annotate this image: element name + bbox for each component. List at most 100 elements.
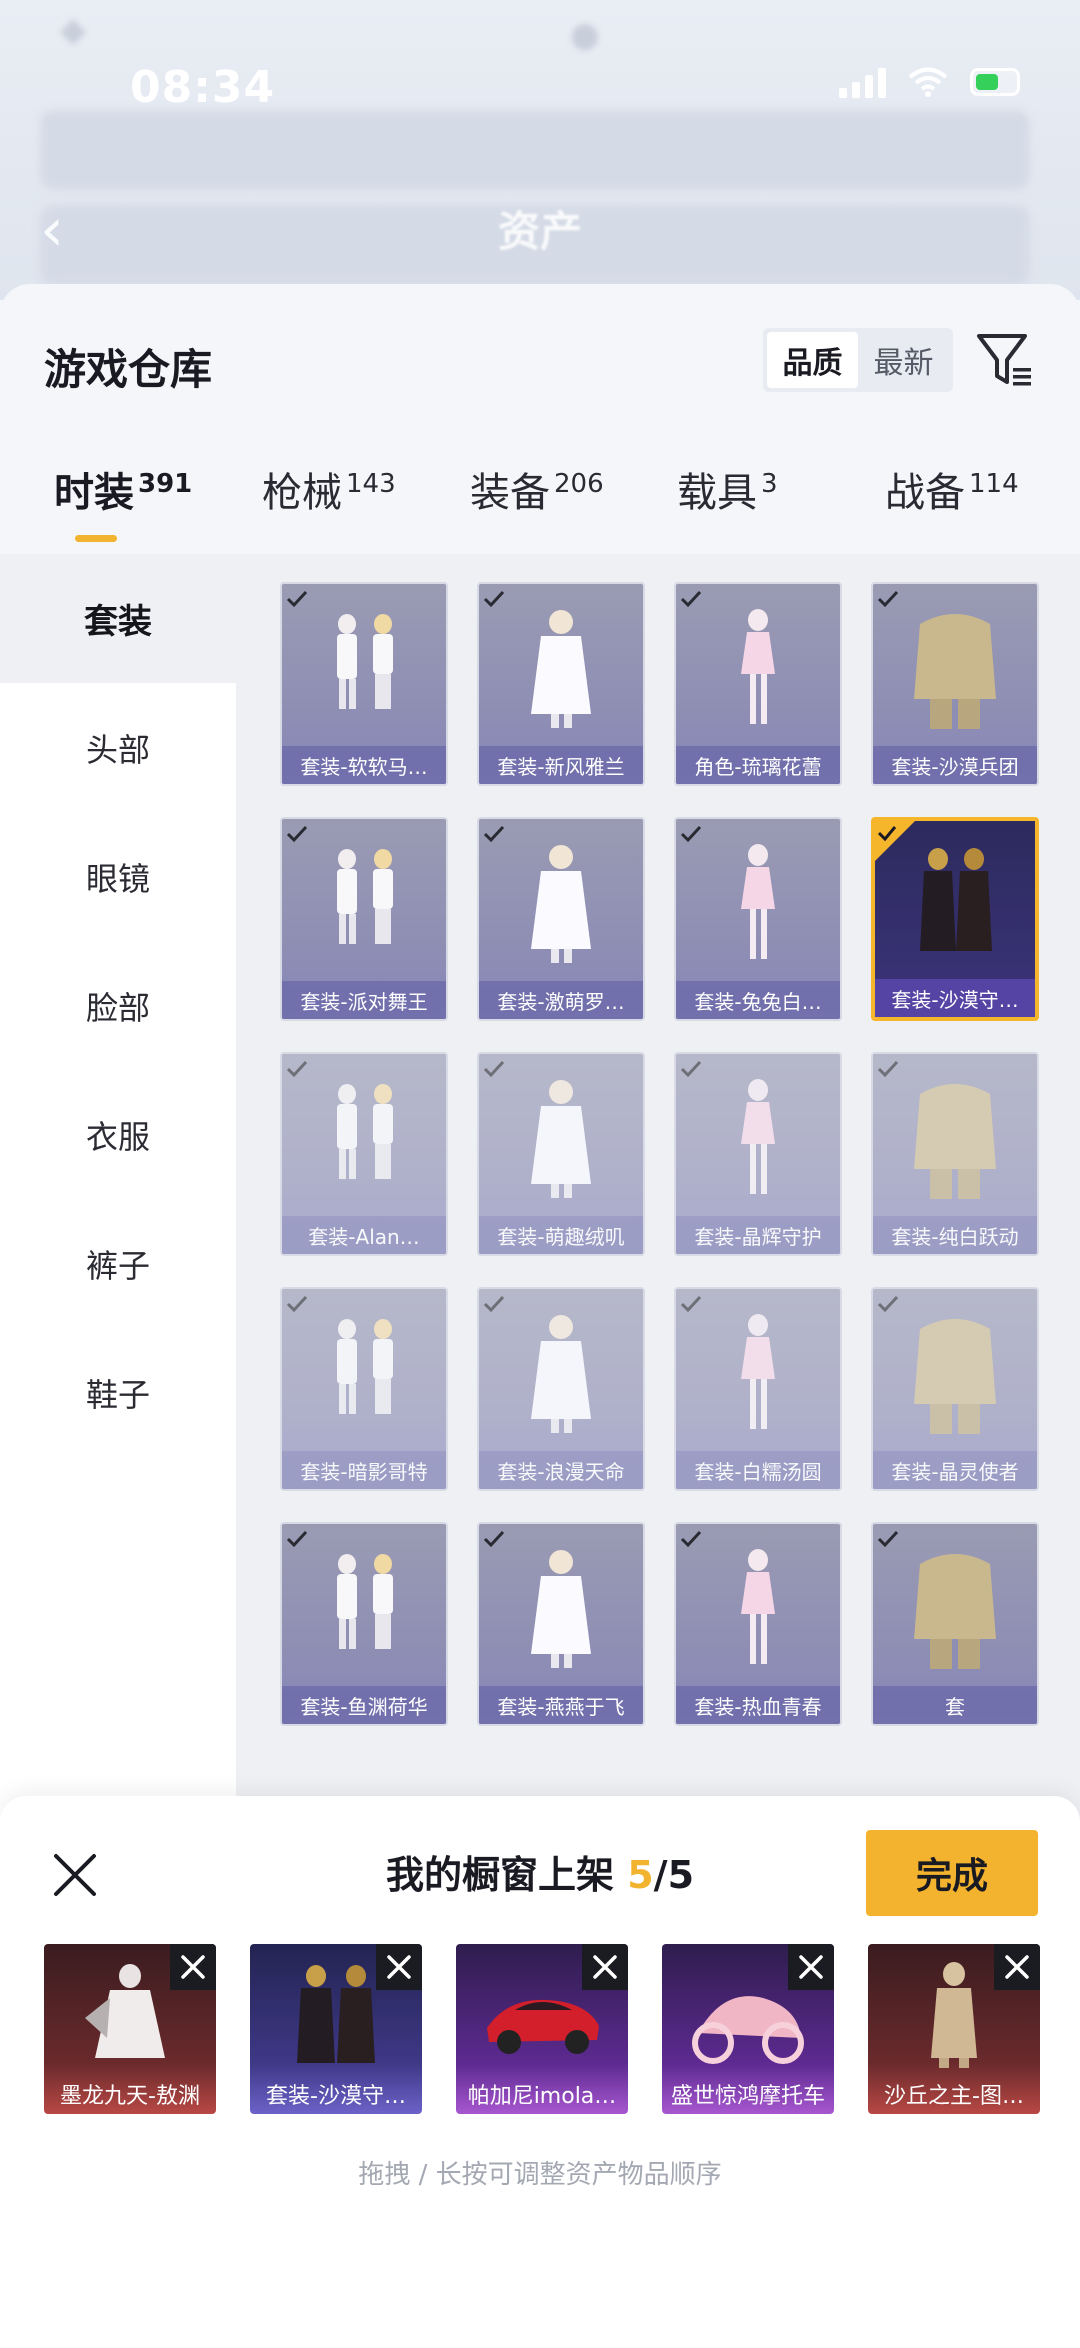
sidebar-item-clothes[interactable]: 衣服 xyxy=(0,1070,236,1199)
item-card[interactable]: 套装-Alan… xyxy=(280,1052,448,1256)
tab-vehicles[interactable]: 载具 3 xyxy=(677,460,778,518)
slot-label: 帕加尼imola… xyxy=(467,2084,617,2109)
slot-label: 沙丘之主-图… xyxy=(884,2084,1024,2109)
checkmark-icon xyxy=(483,1060,505,1078)
sidebar-item-shoes[interactable]: 鞋子 xyxy=(0,1328,236,1457)
item-label: 套装-兔兔白… xyxy=(676,981,840,1019)
item-label: 套装-软软马… xyxy=(282,746,446,784)
item-card[interactable]: 套装-派对舞王 xyxy=(280,817,448,1021)
tab-equipment[interactable]: 装备 206 xyxy=(470,460,604,518)
item-card[interactable]: 套装-沙漠兵团 xyxy=(871,582,1039,786)
back-icon[interactable]: ‹ xyxy=(40,195,64,265)
tab-fashion[interactable]: 时装 391 xyxy=(54,460,192,518)
checkmark-icon xyxy=(877,1295,899,1313)
item-image xyxy=(914,1319,996,1434)
item-card[interactable]: 套装-沙漠守… xyxy=(871,817,1039,1021)
sort-option-newest[interactable]: 最新 xyxy=(858,332,949,388)
tab-count: 3 xyxy=(761,469,778,499)
item-card[interactable]: 套装-萌趣绒叽 xyxy=(477,1052,645,1256)
showcase-slot[interactable]: 沙丘之主-图… xyxy=(868,1944,1040,2114)
item-label: 套装-沙漠守… xyxy=(875,979,1035,1017)
remove-icon[interactable] xyxy=(994,1944,1040,1990)
item-card[interactable]: 套装-纯白跃动 xyxy=(871,1052,1039,1256)
sheet-header: 游戏仓库 品质 最新 时装 391 枪械 143 装备 206 载具 3 战备 114 xyxy=(0,284,1080,544)
slot-label: 盛世惊鸿摩托车 xyxy=(670,2084,825,2109)
sidebar-item-head[interactable]: 头部 xyxy=(0,683,236,812)
item-label: 套装-暗影哥特 xyxy=(282,1451,446,1489)
tab-count: 114 xyxy=(969,469,1019,499)
checkmark-icon xyxy=(483,1530,505,1548)
checkmark-icon xyxy=(286,1530,308,1548)
checkmark-icon xyxy=(483,590,505,608)
item-label: 套装-激萌罗… xyxy=(479,981,643,1019)
item-card[interactable]: 套装-燕燕于飞 xyxy=(477,1522,645,1726)
done-button[interactable]: 完成 xyxy=(866,1830,1038,1916)
item-card[interactable]: 套装-晶辉守护 xyxy=(674,1052,842,1256)
item-image xyxy=(337,614,393,709)
checkmark-icon xyxy=(680,1295,702,1313)
remove-icon[interactable] xyxy=(376,1944,422,1990)
item-card[interactable]: 套装-兔兔白… xyxy=(674,817,842,1021)
item-label: 套装-晶灵使者 xyxy=(873,1451,1037,1489)
filter-icon[interactable] xyxy=(975,330,1035,390)
sidebar-item-face[interactable]: 脸部 xyxy=(0,941,236,1070)
item-card[interactable]: 套装-浪漫天命 xyxy=(477,1287,645,1491)
item-label: 套装-鱼渊荷华 xyxy=(282,1686,446,1724)
showcase-panel: 我的橱窗上架 5/5 完成 墨龙九天-敖渊 套装-沙漠守… 帕加尼imola… 盛世惊… xyxy=(0,1796,1080,2348)
item-card[interactable]: 角色-琉璃花蕾 xyxy=(674,582,842,786)
sort-option-quality[interactable]: 品质 xyxy=(767,332,858,388)
item-card[interactable]: 套装-激萌罗… xyxy=(477,817,645,1021)
checkmark-icon xyxy=(877,826,897,842)
remove-icon[interactable] xyxy=(170,1944,216,1990)
checkmark-icon xyxy=(286,1295,308,1313)
item-label: 套装-派对舞王 xyxy=(282,981,446,1019)
sheet-title: 游戏仓库 xyxy=(44,345,213,394)
item-card[interactable]: 套装-鱼渊荷华 xyxy=(280,1522,448,1726)
showcase-slot[interactable]: 盛世惊鸿摩托车 xyxy=(662,1944,834,2114)
item-card[interactable]: 套装-热血青春 xyxy=(674,1522,842,1726)
showcase-slot[interactable]: 墨龙九天-敖渊 xyxy=(44,1944,216,2114)
item-image xyxy=(531,610,591,728)
showcase-current-count: 5 xyxy=(627,1853,654,1897)
item-image xyxy=(741,844,775,959)
item-image xyxy=(741,1549,775,1664)
sort-toggle: 品质 最新 xyxy=(763,328,953,392)
checkmark-icon xyxy=(483,825,505,843)
remove-icon[interactable] xyxy=(582,1944,628,1990)
checkmark-icon xyxy=(877,1060,899,1078)
showcase-slot[interactable]: 套装-沙漠守… xyxy=(250,1944,422,2114)
sidebar-item-pants[interactable]: 裤子 xyxy=(0,1199,236,1328)
showcase-slot[interactable]: 帕加尼imola… xyxy=(456,1944,628,2114)
sidebar-item-glasses[interactable]: 眼镜 xyxy=(0,812,236,941)
reorder-hint: 拖拽 / 长按可调整资产物品顺序 xyxy=(358,2160,722,2190)
battery-icon xyxy=(970,68,1020,96)
status-icons xyxy=(839,66,1020,98)
tab-battle-gear[interactable]: 战备 114 xyxy=(885,460,1019,518)
item-card[interactable]: 套装-新风雅兰 xyxy=(477,582,645,786)
tab-label: 装备 xyxy=(470,470,550,516)
item-card[interactable]: 套装-晶灵使者 xyxy=(871,1287,1039,1491)
item-card[interactable]: 套 xyxy=(871,1522,1039,1726)
item-label: 套装-晶辉守护 xyxy=(676,1216,840,1254)
item-card[interactable]: 套装-软软马… xyxy=(280,582,448,786)
tab-guns[interactable]: 枪械 143 xyxy=(262,460,396,518)
tab-label: 战备 xyxy=(885,470,965,516)
item-card[interactable]: 套装-白糯汤圆 xyxy=(674,1287,842,1491)
checkmark-icon xyxy=(286,825,308,843)
checkmark-icon xyxy=(680,1530,702,1548)
slot-label: 套装-沙漠守… xyxy=(266,2084,406,2109)
signal-icon xyxy=(839,66,886,98)
item-image xyxy=(531,1315,591,1433)
checkmark-icon xyxy=(286,1060,308,1078)
sidebar-item-suits[interactable]: 套装 xyxy=(0,554,236,683)
checkmark-icon xyxy=(483,1295,505,1313)
wifi-icon xyxy=(908,66,948,98)
tab-label: 枪械 xyxy=(262,470,342,516)
checkmark-icon xyxy=(877,590,899,608)
checkmark-icon xyxy=(286,590,308,608)
tab-label: 载具 xyxy=(677,470,757,516)
item-card[interactable]: 套装-暗影哥特 xyxy=(280,1287,448,1491)
remove-icon[interactable] xyxy=(788,1944,834,1990)
status-time: 08:34 xyxy=(130,62,276,113)
panel-title-text: 我的橱窗上架 xyxy=(385,1853,614,1897)
